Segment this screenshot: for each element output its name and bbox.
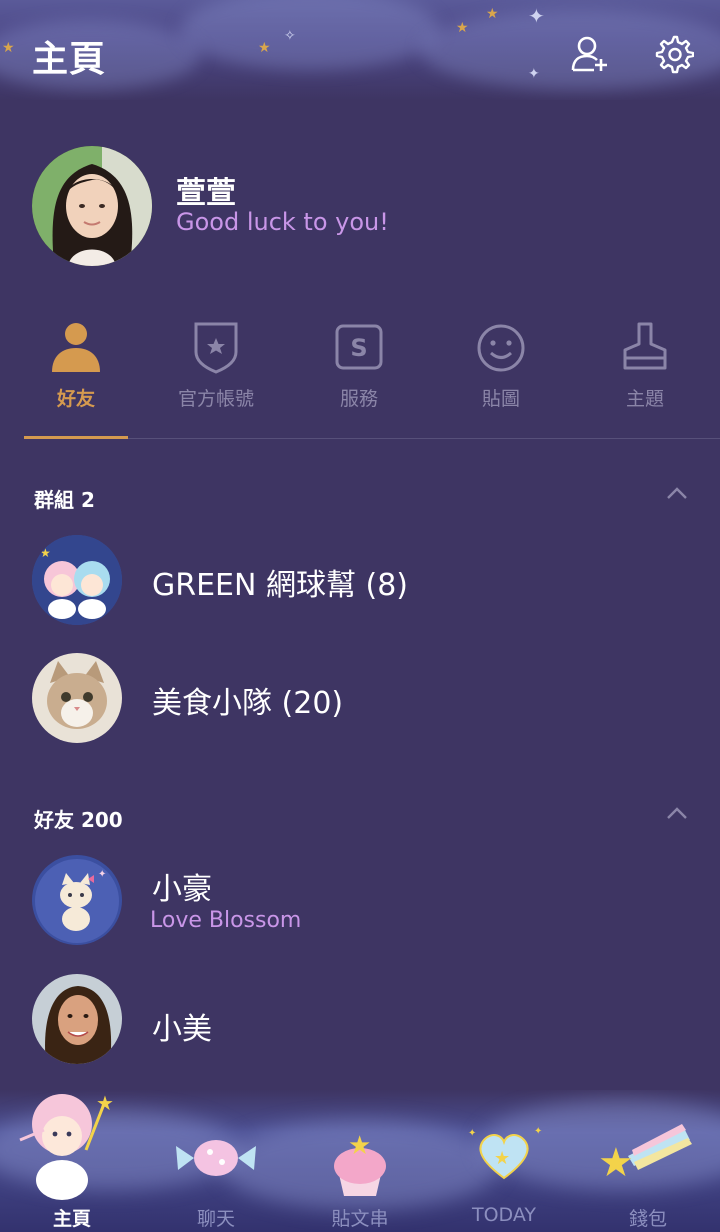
sparkle-decoration: ✦ <box>528 66 540 82</box>
friends-section-title[interactable]: 好友 200 <box>34 804 123 833</box>
tab-services[interactable]: S 服務 <box>287 318 431 422</box>
chevron-up-icon[interactable] <box>666 806 688 820</box>
profile-photo <box>32 146 152 266</box>
svg-text:✦: ✦ <box>98 869 106 880</box>
tab-services-label: 服務 <box>339 388 378 410</box>
services-s-icon: S <box>335 324 383 370</box>
chevron-up-icon[interactable] <box>666 486 688 500</box>
nav-chats-label: 聊天 <box>196 1208 235 1230</box>
active-tab-indicator <box>24 436 128 439</box>
friend-status-message[interactable]: Love Blossom <box>150 908 301 933</box>
groups-section-title[interactable]: 群組 2 <box>34 484 95 513</box>
profile-status-message[interactable]: Good luck to you! <box>176 208 389 236</box>
friend-name[interactable]: 小美 <box>152 1004 212 1048</box>
svg-text:★: ★ <box>348 1131 371 1161</box>
heart-balloon-today-icon: ★ ✦ ✦ <box>468 1126 542 1180</box>
svg-text:S: S <box>350 334 367 362</box>
svg-text:★: ★ <box>598 1140 634 1186</box>
tab-themes[interactable]: 主題 <box>573 318 717 422</box>
fairy-home-icon: ★ <box>19 1091 114 1200</box>
star-decoration: ★ <box>456 20 469 36</box>
svg-text:★: ★ <box>494 1148 510 1169</box>
cupcake-timeline-icon: ★ <box>334 1131 386 1196</box>
tab-stickers-label: 貼圖 <box>481 388 520 410</box>
star-decoration: ★ <box>486 6 499 22</box>
official-shield-icon <box>194 322 238 374</box>
nav-home[interactable]: ★ 主頁 <box>0 1090 144 1232</box>
add-friend-icon[interactable] <box>570 34 610 74</box>
candy-chat-icon <box>176 1140 256 1176</box>
nav-timeline-label: 貼文串 <box>331 1208 389 1230</box>
header-bar: ★ ★ ★ ★ ✦ ✦ ✧ 主頁 <box>0 0 720 100</box>
nav-chats[interactable]: 聊天 <box>144 1090 288 1232</box>
nav-today[interactable]: ★ ✦ ✦ TODAY <box>432 1090 576 1232</box>
profile-avatar[interactable] <box>32 146 152 266</box>
kitty-avatar: ✦ <box>32 855 122 945</box>
tab-official-accounts[interactable]: 官方帳號 <box>144 318 288 422</box>
sparkle-decoration: ✦ <box>528 4 545 28</box>
friend-avatar[interactable]: ✦ <box>32 855 122 945</box>
smiley-icon <box>477 324 525 372</box>
nav-wallet[interactable]: ★ 錢包 <box>576 1090 720 1232</box>
group-name[interactable]: 美食小隊 (20) <box>152 678 343 722</box>
page-title: 主頁 <box>32 39 107 80</box>
header-cloud <box>180 0 440 70</box>
svg-text:★: ★ <box>40 546 51 560</box>
star-decoration: ★ <box>258 40 271 56</box>
group-name[interactable]: GREEN 網球幫 (8) <box>152 560 408 604</box>
gear-icon[interactable] <box>654 34 694 74</box>
shooting-star-wallet-icon: ★ <box>598 1124 692 1186</box>
tab-divider <box>24 438 720 439</box>
svg-text:★: ★ <box>96 1091 114 1115</box>
profile-name[interactable]: 萱萱 <box>176 168 236 212</box>
tab-official-accounts-label: 官方帳號 <box>177 388 254 410</box>
friend-name[interactable]: 小豪 <box>152 864 212 908</box>
nav-wallet-label: 錢包 <box>628 1208 667 1230</box>
woman-avatar <box>32 974 122 1064</box>
bottom-navigation: ★ 主頁 聊天 ★ 貼文串 ★ ✦ ✦ TODAY ★ 錢包 <box>0 1090 720 1232</box>
nav-timeline[interactable]: ★ 貼文串 <box>288 1090 432 1232</box>
group-avatar[interactable] <box>32 653 122 743</box>
tab-stickers[interactable]: 貼圖 <box>429 318 573 422</box>
svg-text:✦: ✦ <box>534 1126 542 1137</box>
friend-avatar[interactable] <box>32 974 122 1064</box>
tab-friends[interactable]: 好友 <box>4 318 148 422</box>
cat-avatar <box>32 653 122 743</box>
svg-text:✦: ✦ <box>468 1128 476 1139</box>
nav-today-label: TODAY <box>472 1204 536 1226</box>
twin-stars-avatar: ★ <box>32 535 122 625</box>
person-icon <box>52 323 100 372</box>
nav-home-label: 主頁 <box>52 1208 91 1230</box>
star-decoration: ★ <box>2 40 15 56</box>
tab-themes-label: 主題 <box>625 388 664 410</box>
theme-brush-icon <box>623 322 667 370</box>
group-avatar[interactable]: ★ <box>32 535 122 625</box>
tab-friends-label: 好友 <box>56 388 95 410</box>
sparkle-decoration: ✧ <box>284 28 296 44</box>
